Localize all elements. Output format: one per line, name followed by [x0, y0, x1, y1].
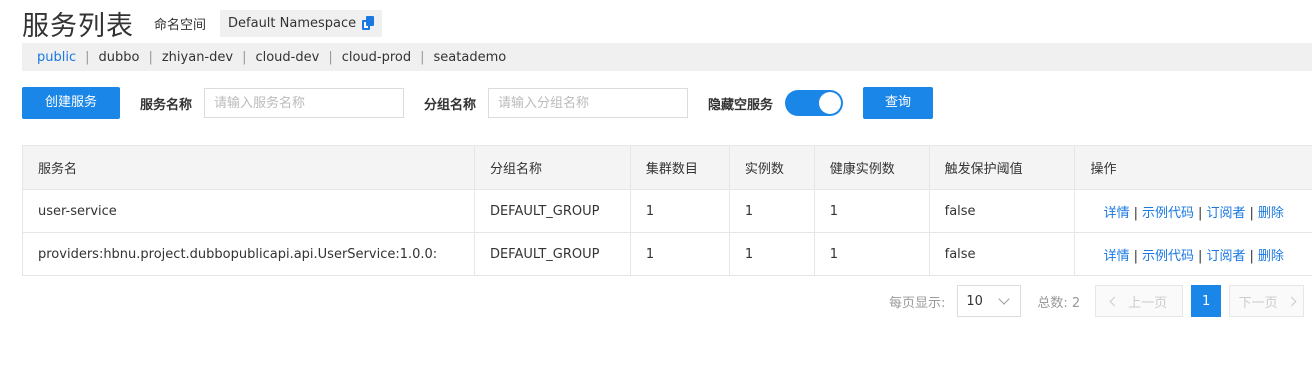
namespace-separator: |	[420, 49, 425, 65]
table-header-row: 服务名 分组名称 集群数目 实例数 健康实例数 触发保护阈值 操作	[22, 145, 1312, 190]
copy-icon[interactable]	[362, 16, 375, 30]
page-number-current[interactable]: 1	[1191, 285, 1222, 317]
namespace-bar: public | dubbo | zhiyan-dev | cloud-dev …	[22, 43, 1312, 71]
total-count: 总数: 2	[1037, 295, 1081, 311]
per-page-value: 10	[966, 293, 983, 309]
cell-group: DEFAULT_GROUP	[473, 189, 631, 233]
page-title: 服务列表	[22, 10, 134, 42]
cell-service-name: user-service	[22, 189, 475, 233]
cell-instances: 1	[728, 232, 815, 276]
cell-clusters: 1	[629, 189, 730, 233]
subscribers-link[interactable]: 订阅者	[1206, 249, 1245, 264]
namespace-item-zhiyan-dev[interactable]: zhiyan-dev	[162, 50, 233, 65]
chevron-right-icon	[1286, 296, 1297, 306]
column-header-actions: 操作	[1074, 145, 1312, 190]
cell-threshold: false	[928, 232, 1075, 276]
cell-actions: 详情 | 示例代码 | 订阅者 | 删除	[1074, 189, 1312, 233]
delete-link[interactable]: 删除	[1258, 249, 1284, 264]
next-page-label: 下一页	[1238, 295, 1278, 311]
title-row: 服务列表 命名空间 Default Namespace	[22, 4, 383, 42]
service-name-input[interactable]	[204, 88, 405, 118]
detail-link[interactable]: 详情	[1104, 206, 1130, 221]
query-button[interactable]: 查询	[863, 87, 934, 119]
action-separator: |	[1133, 205, 1139, 221]
table-row: providers:hbnu.project.dubbopublicapi.ap…	[22, 232, 1312, 276]
cell-group: DEFAULT_GROUP	[473, 232, 631, 276]
group-name-input[interactable]	[488, 88, 689, 118]
namespace-item-public[interactable]: public	[37, 50, 76, 65]
namespace-separator: |	[328, 49, 333, 65]
cell-healthy: 1	[813, 189, 930, 233]
namespace-separator: |	[148, 49, 153, 65]
toggle-knob	[819, 92, 842, 114]
service-name-label: 服务名称	[140, 97, 193, 113]
namespace-separator: |	[242, 49, 247, 65]
sample-code-link[interactable]: 示例代码	[1142, 206, 1194, 221]
cell-service-name: providers:hbnu.project.dubbopublicapi.ap…	[22, 232, 475, 276]
column-header-threshold: 触发保护阈值	[928, 145, 1075, 190]
action-separator: |	[1198, 205, 1203, 221]
chevron-left-icon	[1109, 296, 1120, 306]
pagination: 每页显示: 10 总数: 2 上一页 1 下一页	[889, 285, 1305, 317]
subscribers-link[interactable]: 订阅者	[1206, 206, 1245, 221]
cell-clusters: 1	[629, 232, 730, 276]
cell-healthy: 1	[813, 232, 930, 276]
hide-empty-toggle[interactable]	[785, 90, 844, 116]
namespace-label: 命名空间	[154, 17, 207, 33]
namespace-badge: Default Namespace	[220, 9, 383, 37]
sample-code-link[interactable]: 示例代码	[1142, 249, 1194, 264]
cell-actions: 详情 | 示例代码 | 订阅者 | 删除	[1074, 232, 1312, 276]
detail-link[interactable]: 详情	[1104, 249, 1130, 264]
namespace-item-seatademo[interactable]: seatademo	[434, 50, 507, 65]
delete-link[interactable]: 删除	[1258, 206, 1284, 221]
table-row: user-service DEFAULT_GROUP 1 1 1 false 详…	[22, 189, 1312, 233]
chevron-down-icon	[998, 293, 1011, 305]
column-header-clusters: 集群数目	[629, 145, 730, 190]
per-page-select[interactable]: 10	[957, 285, 1022, 317]
column-header-instances: 实例数	[728, 145, 815, 190]
services-table: 服务名 分组名称 集群数目 实例数 健康实例数 触发保护阈值 操作 user-s…	[22, 145, 1312, 276]
per-page-label: 每页显示:	[889, 295, 946, 311]
column-header-healthy: 健康实例数	[813, 145, 930, 190]
group-name-label: 分组名称	[424, 97, 477, 113]
column-header-group: 分组名称	[473, 145, 631, 190]
action-separator: |	[1249, 205, 1254, 221]
action-separator: |	[1133, 248, 1139, 264]
namespace-item-dubbo[interactable]: dubbo	[99, 50, 140, 65]
action-separator: |	[1198, 248, 1203, 264]
cell-instances: 1	[728, 189, 815, 233]
column-header-service: 服务名	[22, 145, 475, 190]
prev-page-label: 上一页	[1128, 295, 1168, 311]
namespace-item-cloud-dev[interactable]: cloud-dev	[255, 50, 319, 65]
cell-threshold: false	[928, 189, 1075, 233]
filter-row: 创建服务 服务名称 分组名称 隐藏空服务 查询	[22, 87, 934, 119]
next-page-button[interactable]: 下一页	[1229, 285, 1305, 317]
prev-page-button[interactable]: 上一页	[1095, 285, 1184, 317]
namespace-item-cloud-prod[interactable]: cloud-prod	[342, 50, 411, 65]
action-separator: |	[1249, 248, 1254, 264]
namespace-separator: |	[85, 49, 90, 65]
namespace-value: Default Namespace	[228, 15, 357, 31]
hide-empty-label: 隐藏空服务	[708, 97, 774, 113]
create-service-button[interactable]: 创建服务	[22, 87, 120, 119]
